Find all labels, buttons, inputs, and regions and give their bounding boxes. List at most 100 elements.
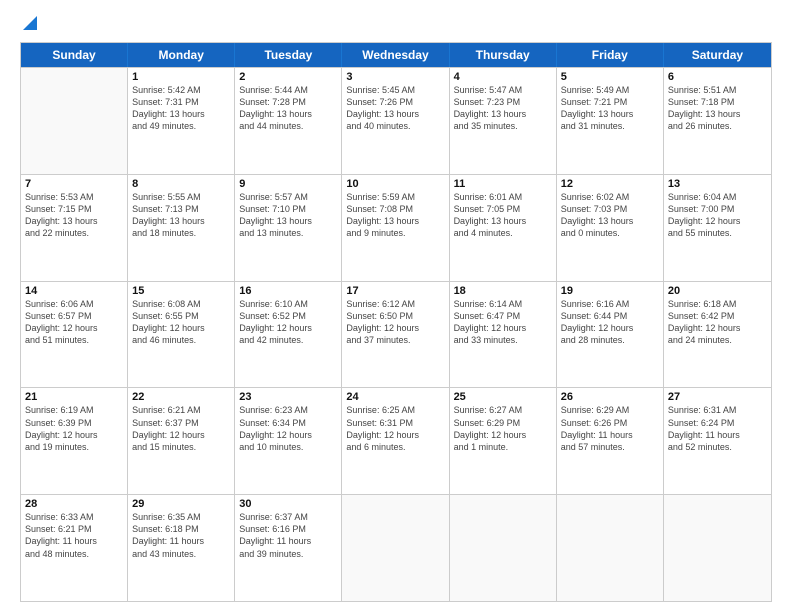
day-info: Sunrise: 6:29 AM Sunset: 6:26 PM Dayligh… <box>561 404 659 453</box>
calendar-day-2: 2Sunrise: 5:44 AM Sunset: 7:28 PM Daylig… <box>235 68 342 174</box>
day-number: 29 <box>132 498 230 510</box>
calendar-day-26: 26Sunrise: 6:29 AM Sunset: 6:26 PM Dayli… <box>557 388 664 494</box>
day-number: 24 <box>346 391 444 403</box>
day-number: 19 <box>561 285 659 297</box>
calendar-empty-cell <box>21 68 128 174</box>
day-number: 17 <box>346 285 444 297</box>
day-info: Sunrise: 5:45 AM Sunset: 7:26 PM Dayligh… <box>346 84 444 133</box>
calendar-body: 1Sunrise: 5:42 AM Sunset: 7:31 PM Daylig… <box>21 67 771 601</box>
day-info: Sunrise: 5:57 AM Sunset: 7:10 PM Dayligh… <box>239 191 337 240</box>
calendar-empty-cell <box>342 495 449 601</box>
day-number: 16 <box>239 285 337 297</box>
day-info: Sunrise: 6:31 AM Sunset: 6:24 PM Dayligh… <box>668 404 767 453</box>
day-info: Sunrise: 5:55 AM Sunset: 7:13 PM Dayligh… <box>132 191 230 240</box>
day-number: 22 <box>132 391 230 403</box>
day-info: Sunrise: 6:18 AM Sunset: 6:42 PM Dayligh… <box>668 298 767 347</box>
calendar-day-16: 16Sunrise: 6:10 AM Sunset: 6:52 PM Dayli… <box>235 282 342 388</box>
day-number: 12 <box>561 178 659 190</box>
header-day-wednesday: Wednesday <box>342 43 449 67</box>
day-number: 3 <box>346 71 444 83</box>
day-number: 10 <box>346 178 444 190</box>
day-info: Sunrise: 6:21 AM Sunset: 6:37 PM Dayligh… <box>132 404 230 453</box>
calendar-day-8: 8Sunrise: 5:55 AM Sunset: 7:13 PM Daylig… <box>128 175 235 281</box>
calendar-day-10: 10Sunrise: 5:59 AM Sunset: 7:08 PM Dayli… <box>342 175 449 281</box>
calendar-week-3: 14Sunrise: 6:06 AM Sunset: 6:57 PM Dayli… <box>21 281 771 388</box>
day-number: 18 <box>454 285 552 297</box>
day-number: 4 <box>454 71 552 83</box>
day-info: Sunrise: 6:25 AM Sunset: 6:31 PM Dayligh… <box>346 404 444 453</box>
calendar-day-25: 25Sunrise: 6:27 AM Sunset: 6:29 PM Dayli… <box>450 388 557 494</box>
calendar-day-29: 29Sunrise: 6:35 AM Sunset: 6:18 PM Dayli… <box>128 495 235 601</box>
day-info: Sunrise: 6:37 AM Sunset: 6:16 PM Dayligh… <box>239 511 337 560</box>
calendar-day-6: 6Sunrise: 5:51 AM Sunset: 7:18 PM Daylig… <box>664 68 771 174</box>
day-info: Sunrise: 5:51 AM Sunset: 7:18 PM Dayligh… <box>668 84 767 133</box>
day-number: 15 <box>132 285 230 297</box>
calendar-day-3: 3Sunrise: 5:45 AM Sunset: 7:26 PM Daylig… <box>342 68 449 174</box>
calendar-day-22: 22Sunrise: 6:21 AM Sunset: 6:37 PM Dayli… <box>128 388 235 494</box>
day-info: Sunrise: 5:49 AM Sunset: 7:21 PM Dayligh… <box>561 84 659 133</box>
page: SundayMondayTuesdayWednesdayThursdayFrid… <box>0 0 792 612</box>
day-info: Sunrise: 5:44 AM Sunset: 7:28 PM Dayligh… <box>239 84 337 133</box>
day-info: Sunrise: 6:23 AM Sunset: 6:34 PM Dayligh… <box>239 404 337 453</box>
calendar-day-4: 4Sunrise: 5:47 AM Sunset: 7:23 PM Daylig… <box>450 68 557 174</box>
calendar-empty-cell <box>450 495 557 601</box>
calendar-empty-cell <box>664 495 771 601</box>
calendar-day-17: 17Sunrise: 6:12 AM Sunset: 6:50 PM Dayli… <box>342 282 449 388</box>
calendar-day-9: 9Sunrise: 5:57 AM Sunset: 7:10 PM Daylig… <box>235 175 342 281</box>
calendar-day-14: 14Sunrise: 6:06 AM Sunset: 6:57 PM Dayli… <box>21 282 128 388</box>
day-number: 23 <box>239 391 337 403</box>
day-number: 5 <box>561 71 659 83</box>
day-number: 13 <box>668 178 767 190</box>
calendar-day-28: 28Sunrise: 6:33 AM Sunset: 6:21 PM Dayli… <box>21 495 128 601</box>
day-info: Sunrise: 6:33 AM Sunset: 6:21 PM Dayligh… <box>25 511 123 560</box>
calendar-day-7: 7Sunrise: 5:53 AM Sunset: 7:15 PM Daylig… <box>21 175 128 281</box>
calendar-day-5: 5Sunrise: 5:49 AM Sunset: 7:21 PM Daylig… <box>557 68 664 174</box>
calendar-day-30: 30Sunrise: 6:37 AM Sunset: 6:16 PM Dayli… <box>235 495 342 601</box>
header-day-tuesday: Tuesday <box>235 43 342 67</box>
logo-triangle-icon <box>23 16 37 30</box>
calendar-day-20: 20Sunrise: 6:18 AM Sunset: 6:42 PM Dayli… <box>664 282 771 388</box>
day-info: Sunrise: 6:02 AM Sunset: 7:03 PM Dayligh… <box>561 191 659 240</box>
calendar-week-2: 7Sunrise: 5:53 AM Sunset: 7:15 PM Daylig… <box>21 174 771 281</box>
calendar-week-5: 28Sunrise: 6:33 AM Sunset: 6:21 PM Dayli… <box>21 494 771 601</box>
header-day-friday: Friday <box>557 43 664 67</box>
day-number: 8 <box>132 178 230 190</box>
day-number: 2 <box>239 71 337 83</box>
day-number: 7 <box>25 178 123 190</box>
calendar-week-4: 21Sunrise: 6:19 AM Sunset: 6:39 PM Dayli… <box>21 387 771 494</box>
day-number: 1 <box>132 71 230 83</box>
day-number: 27 <box>668 391 767 403</box>
calendar-day-18: 18Sunrise: 6:14 AM Sunset: 6:47 PM Dayli… <box>450 282 557 388</box>
calendar-day-19: 19Sunrise: 6:16 AM Sunset: 6:44 PM Dayli… <box>557 282 664 388</box>
calendar-day-1: 1Sunrise: 5:42 AM Sunset: 7:31 PM Daylig… <box>128 68 235 174</box>
day-info: Sunrise: 6:01 AM Sunset: 7:05 PM Dayligh… <box>454 191 552 240</box>
calendar-header: SundayMondayTuesdayWednesdayThursdayFrid… <box>21 43 771 67</box>
header <box>20 18 772 32</box>
day-info: Sunrise: 6:27 AM Sunset: 6:29 PM Dayligh… <box>454 404 552 453</box>
day-number: 26 <box>561 391 659 403</box>
calendar-empty-cell <box>557 495 664 601</box>
calendar-day-23: 23Sunrise: 6:23 AM Sunset: 6:34 PM Dayli… <box>235 388 342 494</box>
calendar-day-27: 27Sunrise: 6:31 AM Sunset: 6:24 PM Dayli… <box>664 388 771 494</box>
day-number: 6 <box>668 71 767 83</box>
header-day-saturday: Saturday <box>664 43 771 67</box>
day-number: 25 <box>454 391 552 403</box>
day-number: 11 <box>454 178 552 190</box>
day-info: Sunrise: 6:14 AM Sunset: 6:47 PM Dayligh… <box>454 298 552 347</box>
day-info: Sunrise: 6:35 AM Sunset: 6:18 PM Dayligh… <box>132 511 230 560</box>
calendar-day-24: 24Sunrise: 6:25 AM Sunset: 6:31 PM Dayli… <box>342 388 449 494</box>
day-info: Sunrise: 6:16 AM Sunset: 6:44 PM Dayligh… <box>561 298 659 347</box>
calendar-day-21: 21Sunrise: 6:19 AM Sunset: 6:39 PM Dayli… <box>21 388 128 494</box>
day-info: Sunrise: 5:47 AM Sunset: 7:23 PM Dayligh… <box>454 84 552 133</box>
day-info: Sunrise: 6:06 AM Sunset: 6:57 PM Dayligh… <box>25 298 123 347</box>
calendar-day-12: 12Sunrise: 6:02 AM Sunset: 7:03 PM Dayli… <box>557 175 664 281</box>
day-number: 28 <box>25 498 123 510</box>
day-info: Sunrise: 6:12 AM Sunset: 6:50 PM Dayligh… <box>346 298 444 347</box>
day-number: 14 <box>25 285 123 297</box>
day-number: 20 <box>668 285 767 297</box>
calendar-day-11: 11Sunrise: 6:01 AM Sunset: 7:05 PM Dayli… <box>450 175 557 281</box>
day-number: 21 <box>25 391 123 403</box>
day-number: 30 <box>239 498 337 510</box>
calendar-day-13: 13Sunrise: 6:04 AM Sunset: 7:00 PM Dayli… <box>664 175 771 281</box>
day-number: 9 <box>239 178 337 190</box>
